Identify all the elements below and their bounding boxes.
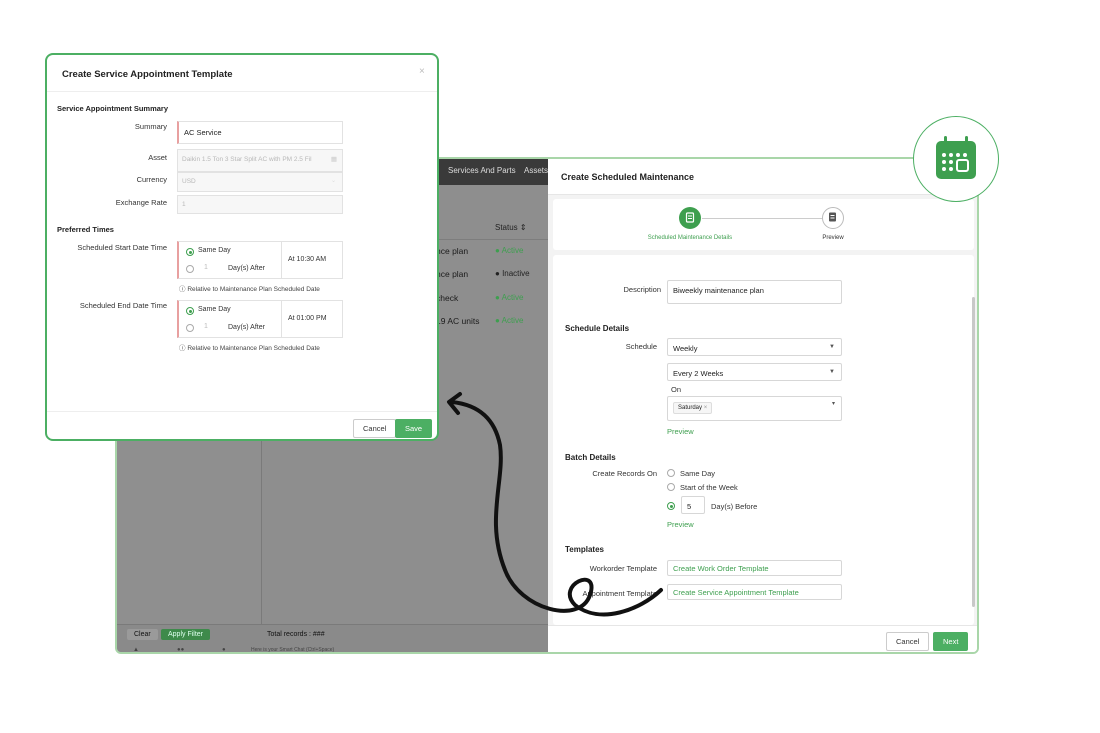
asset-input: Daikin 1.5 Ton 3 Star Split AC with PM 2…: [177, 149, 343, 172]
modal-title: Create Service Appointment Template: [62, 69, 233, 80]
asset-label: Asset: [148, 153, 167, 162]
divider: [281, 242, 282, 278]
currency-select: USD ⌄: [177, 172, 343, 192]
summary-label: Summary: [134, 122, 167, 131]
exchange-rate-label: Exchange Rate: [115, 198, 167, 207]
currency-label: Currency: [136, 175, 167, 184]
days-after-radio[interactable]: [186, 324, 194, 332]
modal-footer: Cancel Save: [47, 411, 437, 439]
days-after-input[interactable]: 1: [204, 264, 208, 271]
relative-note: ⓘ Relative to Maintenance Plan Scheduled…: [179, 345, 320, 352]
cancel-button[interactable]: Cancel: [353, 419, 397, 438]
same-day-radio[interactable]: [186, 248, 194, 256]
days-after-label: Day(s) After: [228, 324, 265, 331]
same-day-label: Same Day: [198, 306, 231, 313]
info-icon: ⓘ: [179, 345, 186, 352]
service-appointment-modal: Create Service Appointment Template × Se…: [45, 53, 439, 441]
days-after-label: Day(s) After: [228, 265, 265, 272]
days-after-radio[interactable]: [186, 265, 194, 273]
info-icon: ⓘ: [179, 286, 186, 293]
same-day-label: Same Day: [198, 247, 231, 254]
scheduled-start-label: Scheduled Start Date Time: [77, 243, 167, 252]
save-button[interactable]: Save: [395, 419, 433, 438]
end-time-field[interactable]: At 01:00 PM: [288, 315, 327, 322]
start-time-field[interactable]: At 10:30 AM: [288, 256, 326, 263]
relative-note: ⓘ Relative to Maintenance Plan Scheduled…: [179, 286, 320, 293]
days-after-input[interactable]: 1: [204, 323, 208, 330]
start-time-box: Same Day 1 Day(s) After At 10:30 AM: [177, 241, 343, 279]
same-day-radio[interactable]: [186, 307, 194, 315]
close-icon[interactable]: ×: [419, 66, 425, 77]
end-time-box: Same Day 1 Day(s) After At 01:00 PM: [177, 300, 343, 338]
table-icon: ▦: [330, 156, 337, 163]
chevron-down-icon: ⌄: [330, 178, 336, 184]
summary-section-heading: Service Appointment Summary: [57, 104, 169, 113]
divider: [281, 301, 282, 337]
preferred-times-heading: Preferred Times: [57, 225, 114, 234]
scheduled-end-label: Scheduled End Date Time: [79, 301, 167, 310]
exchange-rate-input: 1: [177, 195, 343, 214]
summary-input[interactable]: AC Service: [177, 121, 343, 144]
modal-header: Create Service Appointment Template ×: [47, 55, 437, 92]
